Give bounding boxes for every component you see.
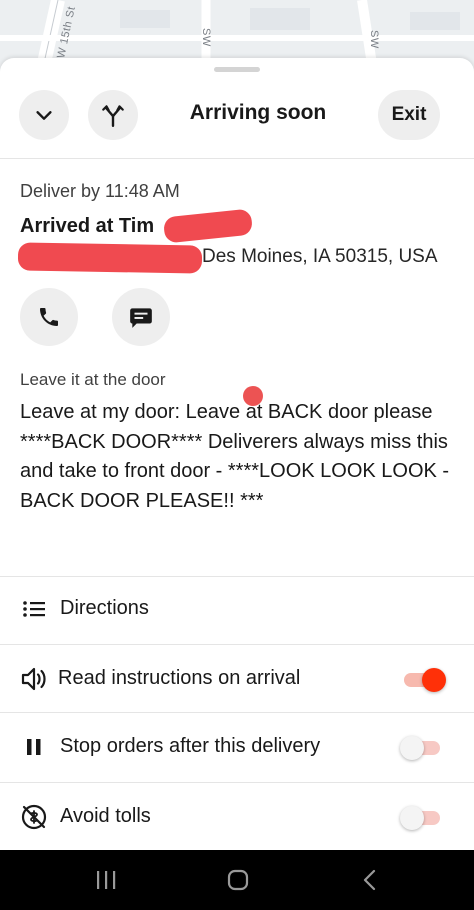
street-label: SW	[200, 28, 212, 47]
divider	[0, 712, 474, 713]
read-instructions-row: Read instructions on arrival	[0, 646, 474, 712]
directions-row[interactable]: Directions	[0, 576, 474, 642]
instructions-text: Leave at my door: Leave at BACK door ple…	[20, 401, 450, 512]
directions-label: Directions	[60, 597, 149, 619]
home-icon	[227, 869, 249, 891]
speaker-icon	[20, 667, 48, 691]
call-customer-button[interactable]	[20, 288, 78, 346]
read-instructions-toggle[interactable]	[400, 668, 446, 692]
deliver-by-time: Deliver by 11:48 AM	[20, 181, 180, 201]
sheet-header: Arriving soon Exit	[0, 90, 474, 142]
home-button[interactable]	[226, 868, 250, 892]
route-button[interactable]	[88, 90, 138, 140]
divider	[0, 644, 474, 645]
collapse-button[interactable]	[19, 90, 69, 140]
instructions-label: Leave it at the door	[20, 370, 166, 389]
avoid-tolls-toggle[interactable]	[400, 806, 442, 830]
delivery-address: Des Moines, IA 50315, USA	[202, 246, 438, 267]
route-split-icon	[102, 105, 124, 128]
read-instructions-label: Read instructions on arrival	[58, 667, 301, 689]
phone-icon	[40, 308, 58, 326]
list-icon	[20, 597, 48, 621]
back-button[interactable]	[358, 868, 382, 892]
delivery-sheet: Arriving soon Exit Deliver by 11:48 AM A…	[0, 58, 474, 850]
avoid-tolls-row: Avoid tolls	[0, 784, 474, 850]
recent-apps-icon	[97, 871, 116, 889]
toll-off-icon	[20, 804, 48, 830]
message-customer-button[interactable]	[112, 288, 170, 346]
avoid-tolls-label: Avoid tolls	[60, 805, 151, 827]
system-navigation-bar	[0, 850, 474, 910]
message-icon	[130, 308, 152, 328]
stop-orders-row: Stop orders after this delivery	[0, 714, 474, 780]
store-name: Arrived at Tim	[20, 215, 155, 237]
stop-orders-label: Stop orders after this delivery	[60, 735, 321, 757]
chevron-down-icon	[36, 111, 52, 120]
sheet-grabber-handle[interactable]	[214, 67, 260, 72]
toggle-knob	[400, 806, 424, 830]
street-label: SW	[368, 30, 380, 49]
exit-button[interactable]: Exit	[378, 90, 440, 140]
divider	[0, 782, 474, 783]
recent-apps-button[interactable]	[94, 868, 118, 892]
page-title: Arriving soon	[189, 101, 327, 124]
redaction-mark	[17, 242, 203, 274]
toggle-knob	[422, 668, 446, 692]
stop-orders-toggle[interactable]	[400, 736, 442, 760]
back-icon	[363, 869, 376, 891]
redaction-mark	[162, 208, 254, 244]
toggle-knob	[400, 736, 424, 760]
divider	[0, 158, 474, 159]
pause-icon	[20, 735, 48, 759]
